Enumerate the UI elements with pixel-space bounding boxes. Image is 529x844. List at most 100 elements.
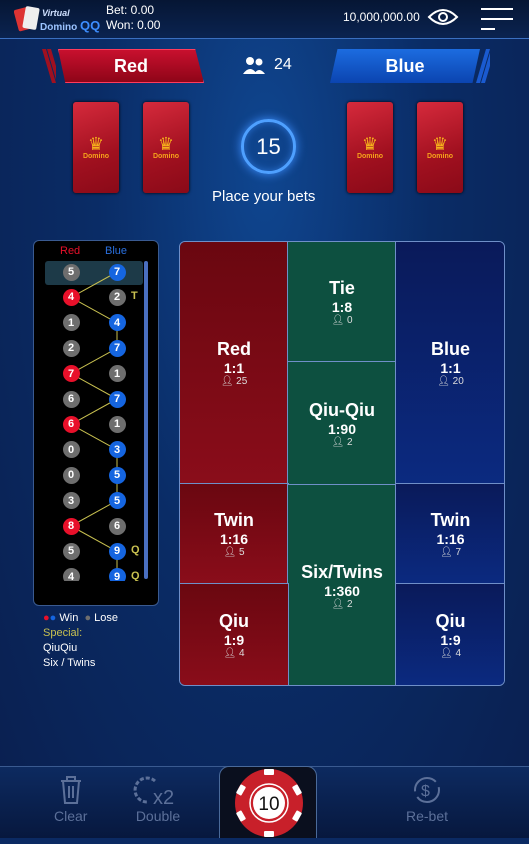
history-blue-value: 3 xyxy=(108,441,126,459)
bet-odds: 1:9 xyxy=(223,632,245,648)
grey-dot-icon: ● xyxy=(84,612,92,624)
legend-item: Six / Twins xyxy=(43,657,96,669)
history-blue-value: 5 xyxy=(108,466,126,484)
chip-value: 10 xyxy=(258,794,279,815)
rebet-button[interactable]: $ Re-bet xyxy=(406,775,448,824)
svg-text:QQ: QQ xyxy=(80,18,100,33)
bettor-info: 👤︎ 2 xyxy=(331,599,352,610)
bettor-info: 👤︎ 4 xyxy=(223,648,244,659)
history-board: Red Blue 5742T14277167610305358659Q49Q xyxy=(33,240,159,606)
red-team-banner: Red xyxy=(58,49,204,83)
bet-name: Qiu-Qiu xyxy=(309,399,375,420)
clear-button[interactable]: Clear xyxy=(54,775,87,824)
double-button[interactable]: x2 Double xyxy=(133,775,183,824)
bet-name: Twin xyxy=(430,510,471,530)
bet-area-red-qiu[interactable]: Qiu 1:9 👤︎ 4 xyxy=(180,583,289,685)
chip-selector[interactable]: 10 xyxy=(219,766,317,838)
card-label: Domino xyxy=(82,153,110,160)
svg-text:x2: x2 xyxy=(153,787,174,805)
bettor-info: 👤︎ 7 xyxy=(440,547,461,558)
history-rows[interactable]: 5742T14277167610305358659Q49Q xyxy=(34,241,158,581)
svg-text:$: $ xyxy=(421,783,430,800)
bet-amount: Bet: 0.00 xyxy=(106,3,155,17)
bet-area-blue[interactable]: Blue 1:1 👤︎ 20 xyxy=(395,242,504,485)
double-chip-icon: x2 xyxy=(133,776,174,809)
history-red-value: 4 xyxy=(62,568,80,581)
svg-text:Domino: Domino xyxy=(40,22,77,33)
bettor-info: 👤︎ 25 xyxy=(221,376,248,387)
bet-area-tie[interactable]: Tie 1:8 👤︎ 0 xyxy=(287,242,397,363)
double-label: Double xyxy=(135,808,181,824)
bet-area-blue-twin[interactable]: Twin 1:16 👤︎ 7 xyxy=(395,483,504,585)
history-red-value: 3 xyxy=(62,492,80,510)
history-blue-value: 1 xyxy=(108,365,126,383)
person-icon: 👤︎ xyxy=(331,315,347,326)
history-blue-value: 6 xyxy=(108,517,126,535)
red-dot-icon: ● xyxy=(43,612,50,624)
clear-label: Clear xyxy=(54,808,88,824)
history-red-value: 2 xyxy=(62,339,80,357)
bet-odds: 1:16 xyxy=(219,531,249,547)
history-red-value: 5 xyxy=(62,542,80,560)
history-scrollbar[interactable] xyxy=(144,261,148,579)
red-stripes xyxy=(42,49,56,83)
bet-name: Tie xyxy=(329,278,355,298)
bet-name: Six/Twins xyxy=(301,561,383,582)
history-red-value: 6 xyxy=(62,390,80,408)
red-card-1: ♛ Domino xyxy=(73,102,119,193)
history-special-marker: Q xyxy=(131,544,140,557)
history-red-value: 0 xyxy=(62,466,80,484)
card-label: Domino xyxy=(152,153,180,160)
bet-area-blue-qiu[interactable]: Qiu 1:9 👤︎ 4 xyxy=(395,583,504,685)
rebet-label: Re-bet xyxy=(406,808,449,824)
rebet-icon: $ xyxy=(414,777,441,803)
bettor-info: 👤︎ 5 xyxy=(223,547,244,558)
bettor-count: 4 xyxy=(238,648,245,659)
bet-name: Twin xyxy=(214,510,254,530)
history-red-value: 5 xyxy=(62,263,80,281)
crown-icon: ♛ xyxy=(431,134,449,154)
won-amount: Won: 0.00 xyxy=(106,18,161,32)
logo: Virtual Domino QQ xyxy=(13,4,102,34)
person-icon: 👤︎ xyxy=(439,547,456,558)
countdown-timer: 15 xyxy=(241,119,296,174)
history-blue-value: 9 xyxy=(108,542,126,560)
menu-icon[interactable] xyxy=(480,6,514,37)
bettor-count: 2 xyxy=(346,436,353,448)
bettor-count: 25 xyxy=(236,376,248,387)
bet-area-red[interactable]: Red 1:1 👤︎ 25 xyxy=(180,242,289,485)
history-blue-value: 1 xyxy=(108,415,126,433)
bet-odds: 1:9 xyxy=(440,632,461,648)
bet-name: Qiu xyxy=(435,611,466,631)
bet-area-red-twin[interactable]: Twin 1:16 👤︎ 5 xyxy=(180,483,289,585)
bettor-count: 7 xyxy=(455,547,462,558)
chip-icon[interactable]: 10 xyxy=(220,767,318,839)
bettor-info: 👤︎ 20 xyxy=(437,376,464,387)
bet-area-qiuqiu[interactable]: Qiu-Qiu 1:90 👤︎ 2 xyxy=(287,361,397,486)
history-blue-value: 9 xyxy=(108,568,126,581)
players-icon xyxy=(243,57,265,74)
status-text: Place your bets xyxy=(212,188,316,205)
history-blue-value: 4 xyxy=(108,314,126,332)
history-blue-value: 7 xyxy=(108,390,126,408)
history-red-value: 4 xyxy=(62,288,80,306)
crown-icon: ♛ xyxy=(87,134,105,154)
bettor-count: 5 xyxy=(238,547,245,558)
red-card-2: ♛ Domino xyxy=(143,102,189,193)
bettor-info: 👤︎ 4 xyxy=(440,648,461,659)
bettor-count: 20 xyxy=(452,376,464,387)
player-count: 24 xyxy=(274,56,292,73)
win-trend-lines xyxy=(45,261,143,577)
eye-icon[interactable] xyxy=(427,6,459,33)
history-red-value: 0 xyxy=(62,441,80,459)
person-icon: 👤︎ xyxy=(223,648,239,659)
history-blue-value: 5 xyxy=(108,492,126,510)
trash-icon xyxy=(60,776,81,804)
card-label: Domino xyxy=(426,153,454,160)
history-legend: ●● Win ● Lose Special: QiuQiu Six / Twin… xyxy=(43,611,118,671)
blue-team-banner: Blue xyxy=(330,49,480,83)
bet-odds: 1:1 xyxy=(223,360,245,376)
person-icon: 👤︎ xyxy=(331,598,347,610)
history-red-value: 7 xyxy=(62,365,80,383)
bet-area-six-twins[interactable]: Six/Twins 1:360 👤︎ 2 xyxy=(287,484,397,685)
